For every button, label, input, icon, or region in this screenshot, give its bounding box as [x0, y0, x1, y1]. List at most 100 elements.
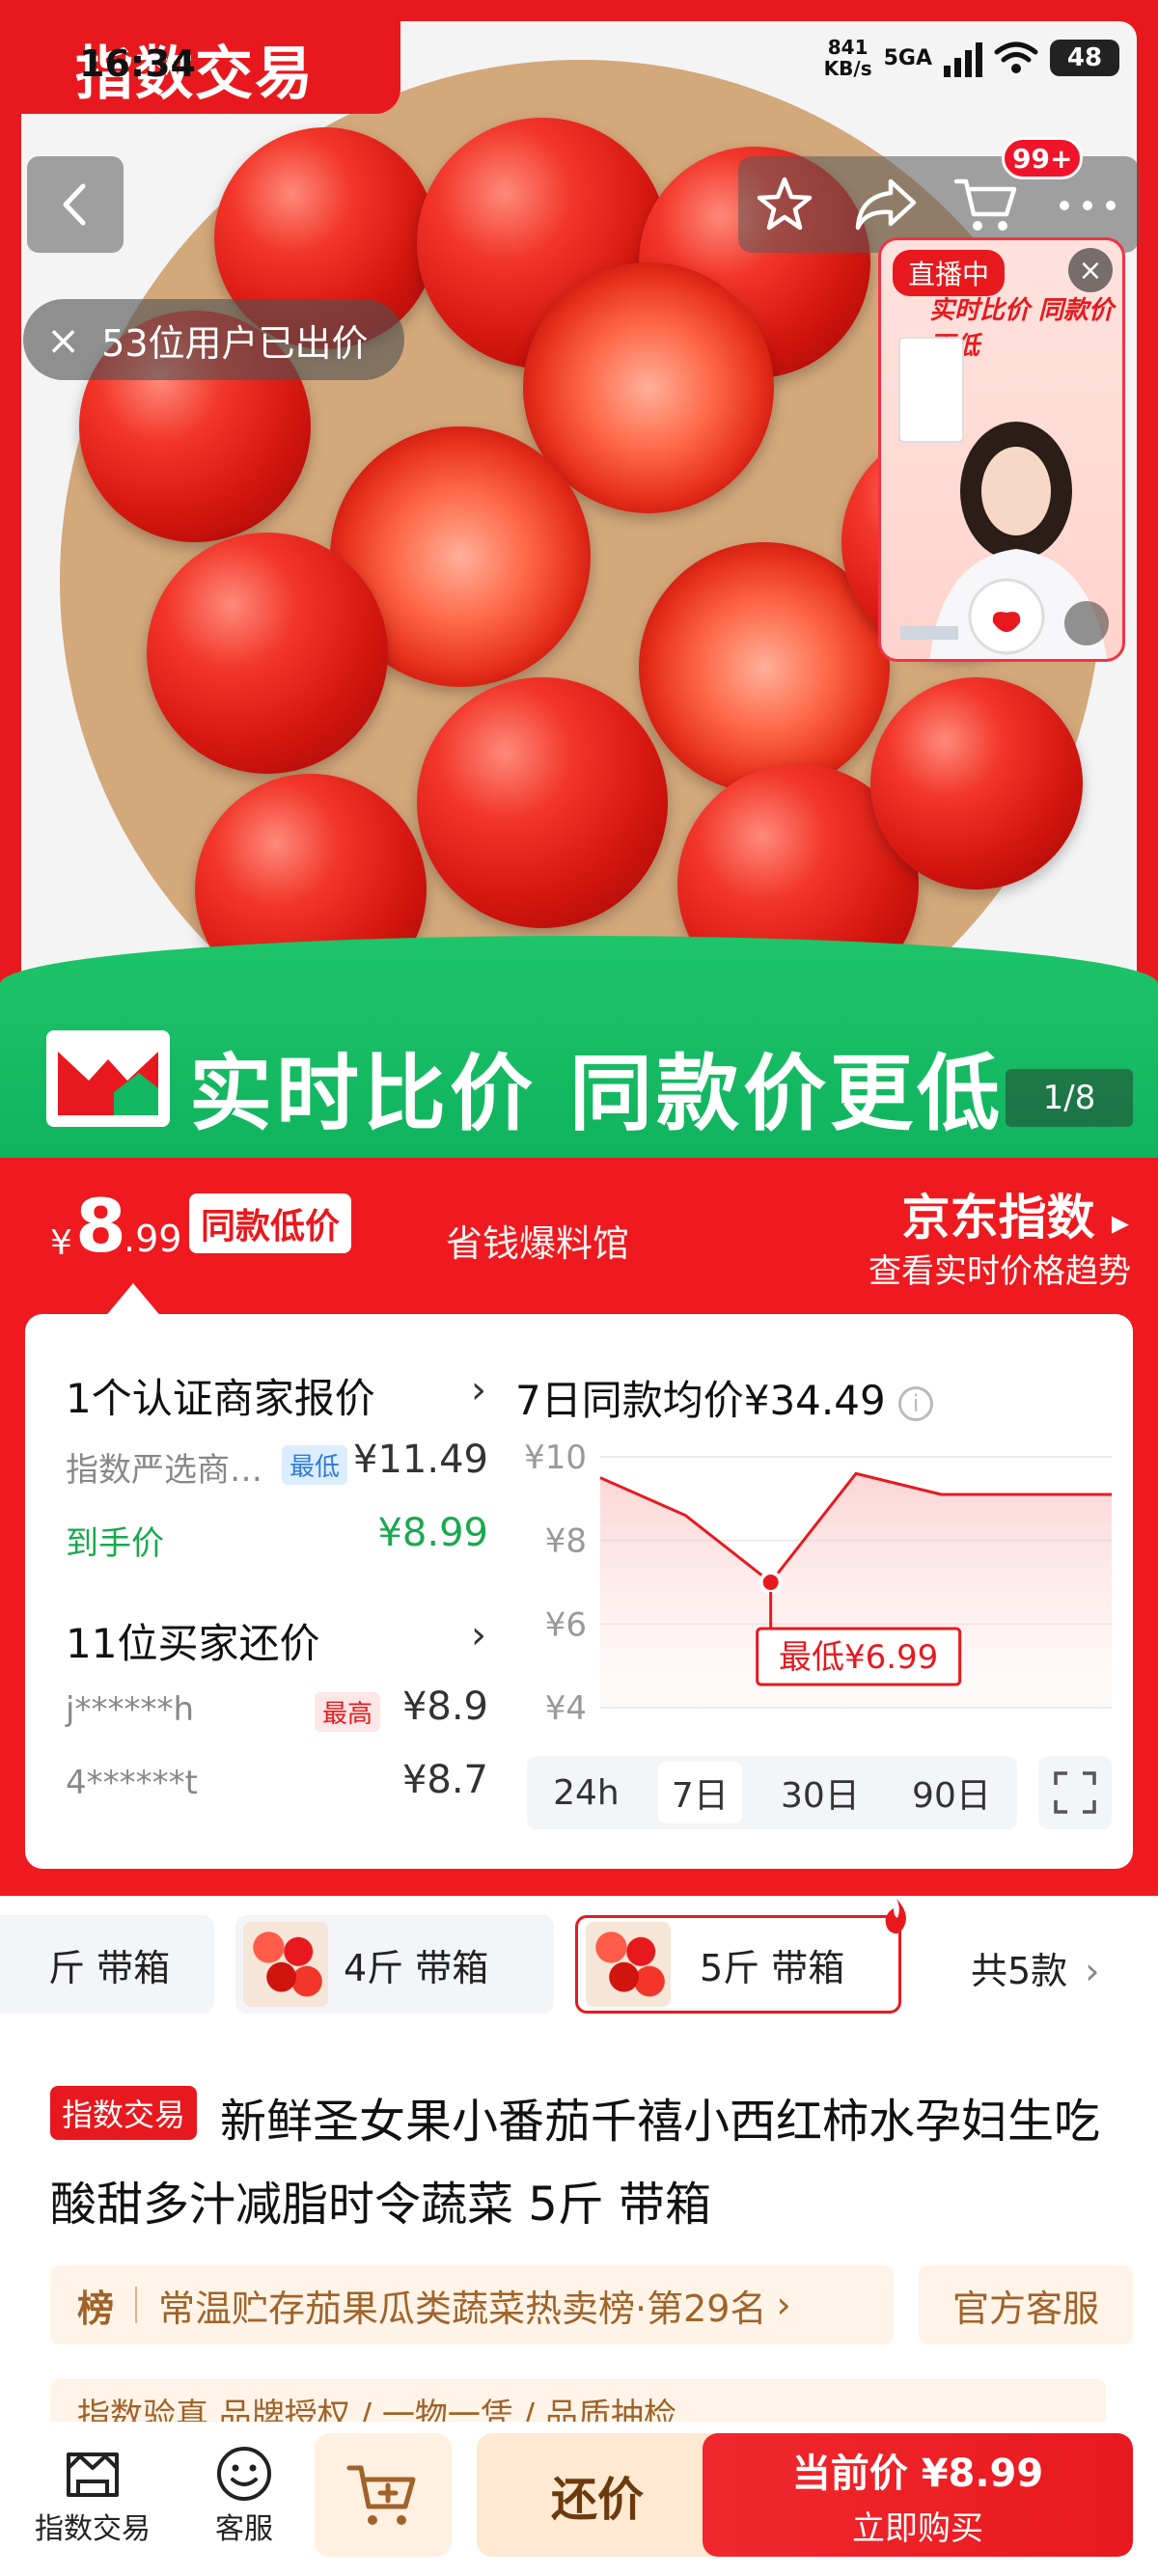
star-icon[interactable] — [754, 174, 815, 235]
info-icon[interactable]: i — [898, 1385, 934, 1421]
chart-title-text: 7日同款均价¥34.49 — [515, 1377, 886, 1424]
ranking-link[interactable]: 榜 常温贮存茄果瓜类蔬菜热卖榜·第29名 › — [50, 2265, 894, 2344]
status-bar-icons: 841 KB/s 5GA 48 — [824, 37, 1119, 79]
buy-now-button[interactable]: 当前价 ¥8.99 立即购买 — [703, 2433, 1133, 2557]
jd-index-subtitle[interactable]: 查看实时价格趋势 — [868, 1245, 1131, 1292]
chevron-right-icon: › — [471, 1613, 486, 1658]
sku-label: 斤 带箱 — [48, 1946, 171, 1989]
add-cart-icon — [346, 2465, 416, 2525]
jd-index-link[interactable]: 京东指数 ▸ — [902, 1179, 1130, 1248]
store-icon — [67, 2453, 119, 2497]
lowest-tag: 最低 — [282, 1445, 348, 1485]
network-speed: 841 KB/s — [824, 37, 872, 79]
promo-banner-text: 实时比价 同款价更低 — [189, 1046, 1004, 1142]
bid-user: 4******t — [66, 1764, 198, 1802]
share-icon[interactable] — [852, 176, 920, 233]
bid-notice-text: 53位用户已出价 — [101, 321, 369, 365]
chevron-right-icon: ▸ — [1111, 1203, 1129, 1243]
bid-price: ¥8.7 — [401, 1758, 488, 1802]
product-image-gallery[interactable]: 指数交易 16:34 841 KB/s 5GA 48 99+ × 53位用户已出… — [0, 0, 1158, 1158]
highest-tag: 最高 — [315, 1692, 381, 1732]
range-tab[interactable]: 24h — [539, 1768, 633, 1819]
price-decimal: .99 — [124, 1218, 182, 1260]
battery-icon: 48 — [1050, 40, 1119, 76]
merchant-quotes-title: 1个认证商家报价 — [66, 1375, 375, 1422]
network-type: 5GA — [883, 45, 932, 70]
store-name[interactable]: 省钱爆料馆 — [446, 1214, 629, 1267]
image-counter: 1/8 — [1006, 1069, 1133, 1127]
sku-thumbnail — [243, 1922, 328, 2007]
fullscreen-icon — [1054, 1771, 1096, 1814]
buy-current-price: 当前价 ¥8.99 — [791, 2451, 1044, 2496]
divider — [135, 2287, 138, 2323]
sku-option-selected[interactable]: 5斤 带箱 — [575, 1915, 901, 2014]
live-close-button[interactable]: × — [1068, 248, 1113, 292]
sku-count-link[interactable]: 共5款 › — [971, 1941, 1099, 1994]
price-currency: ¥ — [50, 1223, 72, 1263]
customer-service-tab[interactable]: 客服 — [210, 2443, 278, 2547]
customer-service-label: 客服 — [215, 2512, 273, 2546]
chart-min-point — [758, 1571, 783, 1594]
cart-count-badge: 99+ — [1002, 137, 1084, 179]
chart-y-tick-label: ¥6 — [545, 1605, 587, 1644]
sku-label: 5斤 带箱 — [700, 1946, 845, 1989]
official-service-button[interactable]: 官方客服 — [919, 2265, 1133, 2344]
back-icon — [63, 183, 86, 226]
back-button[interactable] — [27, 156, 124, 253]
tomato-image-part — [417, 677, 668, 928]
low-price-tag: 同款低价 — [189, 1193, 352, 1253]
bid-price: ¥8.9 — [401, 1685, 488, 1729]
chart-y-tick-label: ¥8 — [545, 1522, 587, 1561]
mute-icon[interactable] — [1064, 601, 1109, 645]
final-price-label: 到手价 — [66, 1524, 164, 1563]
network-speed-unit: KB/s — [823, 57, 872, 80]
buyer-bids[interactable]: 11位买家还价 › j******h 最高 ¥8.9 4******t ¥8.7 — [39, 1598, 492, 1835]
status-time: 16:34 — [79, 42, 196, 85]
range-tab[interactable]: 90日 — [898, 1762, 1005, 1823]
ranking-text: 常温贮存茄果瓜类蔬菜热卖榜·第29名 — [158, 2287, 767, 2330]
price-integer: 8 — [75, 1183, 126, 1269]
bid-user: j******h — [66, 1690, 194, 1729]
chart-plot: ¥10 ¥8 ¥6 ¥4 最低¥6.99 — [524, 1439, 1112, 1727]
range-tab[interactable]: 7日 — [657, 1762, 742, 1823]
chevron-right-icon: › — [776, 2284, 791, 2326]
sku-label: 4斤 带箱 — [344, 1946, 489, 1989]
close-icon[interactable]: × — [46, 316, 80, 364]
merchant-quotes[interactable]: 1个认证商家报价 › 指数严选商… 最低 ¥11.49 到手价 ¥8.99 — [39, 1343, 492, 1578]
live-tag: 直播中 — [893, 250, 1006, 296]
service-smile-icon — [217, 2447, 271, 2501]
range-tab[interactable]: 30日 — [767, 1762, 873, 1823]
brand-tag: 指数交易 — [50, 2086, 198, 2140]
chart-y-tick-label: ¥10 — [524, 1439, 587, 1477]
sku-thumbnail — [586, 1922, 671, 2007]
buy-now-label: 立即购买 — [852, 2508, 983, 2548]
hot-flame-icon — [885, 1899, 906, 1933]
merchant-name: 指数严选商… — [66, 1451, 262, 1490]
chart-title: 7日同款均价¥34.49 i — [515, 1368, 934, 1427]
store-tab-label: 指数交易 — [35, 2512, 151, 2546]
sku-option[interactable]: 斤 带箱 — [0, 1915, 214, 2014]
add-to-cart-button[interactable] — [315, 2433, 452, 2557]
price-trend-chart[interactable]: 7日同款均价¥34.49 i ¥10 ¥8 ¥6 ¥4 最低¥6.99 24h 7日 30日… — [515, 1341, 1129, 1843]
network-speed-value: 841 — [827, 36, 868, 59]
chart-y-tick-label: ¥4 — [545, 1689, 587, 1727]
merchant-price: ¥11.49 — [353, 1438, 488, 1482]
product-title: 新鲜圣女果小番茄千禧小西红柿水孕妇生吃酸甜多汁减脂时令蔬菜 5斤 带箱 — [50, 2095, 1101, 2232]
store-tab[interactable]: 指数交易 — [35, 2443, 151, 2547]
ranking-icon: 榜 — [77, 2287, 115, 2330]
range-tabs: 24h 7日 30日 90日 — [527, 1756, 1017, 1829]
final-price-value: ¥8.99 — [377, 1511, 488, 1555]
chevron-right-icon: › — [471, 1368, 486, 1412]
more-icon[interactable] — [1057, 199, 1118, 212]
fullscreen-button[interactable] — [1038, 1756, 1112, 1829]
cart-icon[interactable] — [952, 174, 1020, 235]
bid-notice-pill[interactable]: × 53位用户已出价 — [23, 299, 404, 380]
chevron-right-icon: › — [1085, 1950, 1100, 1992]
card-pointer — [104, 1283, 162, 1318]
live-stream-widget[interactable]: 直播中 × 实时比价 同款价更低 — [878, 237, 1125, 662]
index-logo-icon — [46, 1030, 170, 1127]
jd-index-label: 京东指数 — [901, 1190, 1095, 1246]
bargain-button[interactable]: 还价 — [477, 2433, 718, 2557]
sku-option[interactable]: 4斤 带箱 — [235, 1915, 554, 2014]
tomato-image-part — [147, 533, 388, 774]
